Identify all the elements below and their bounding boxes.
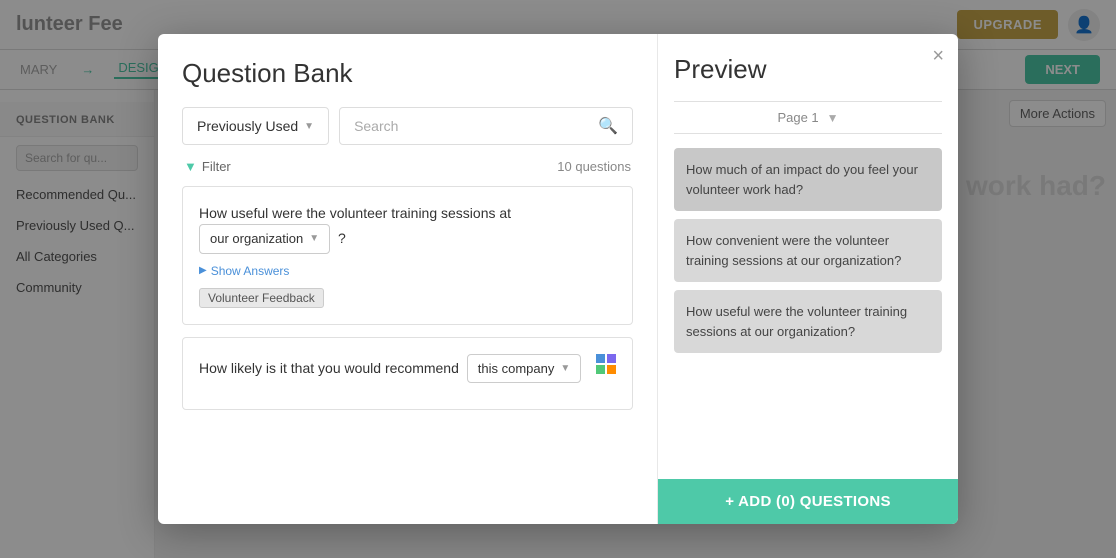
previously-used-button[interactable]: Previously Used ▼	[182, 107, 329, 145]
question-card-2: How likely is it that you would recommen…	[182, 337, 633, 411]
question-type-icon	[594, 352, 618, 382]
close-button[interactable]: ×	[932, 46, 944, 66]
show-answers-button[interactable]: ▶ Show Answers	[199, 264, 616, 278]
add-questions-button[interactable]: + ADD (0) QUESTIONS	[658, 479, 958, 524]
tag-badge: Volunteer Feedback	[199, 288, 324, 308]
page-label: Page 1	[777, 110, 818, 125]
modal-overlay: × Question Bank Previously Used ▼ Search…	[0, 0, 1116, 558]
filter-bar: ▼ Filter 10 questions	[182, 159, 633, 174]
filter-row: Previously Used ▼ Search 🔍	[182, 107, 633, 145]
company-dropdown-arrow-icon: ▼	[560, 361, 570, 376]
preview-title: Preview	[674, 54, 942, 85]
previously-used-label: Previously Used	[197, 118, 298, 134]
modal-right-panel: Preview Page 1 ▼ How much of an impact d…	[658, 34, 958, 524]
dropdown-arrow-icon: ▼	[304, 121, 314, 132]
question-count: 10 questions	[557, 159, 631, 174]
filter-icon: ▼	[184, 159, 197, 174]
company-dropdown[interactable]: this company ▼	[467, 354, 582, 384]
question-text-1: How useful were the volunteer training s…	[199, 203, 616, 254]
org-dropdown[interactable]: our organization ▼	[199, 224, 330, 254]
search-box[interactable]: Search 🔍	[339, 107, 633, 145]
page-selector: Page 1 ▼	[674, 101, 942, 134]
org-dropdown-arrow-icon: ▼	[309, 231, 319, 246]
preview-questions-list: How much of an impact do you feel your v…	[674, 148, 942, 469]
modal: × Question Bank Previously Used ▼ Search…	[158, 34, 958, 524]
show-answers-arrow-icon: ▶	[199, 265, 207, 276]
preview-question-1: How much of an impact do you feel your v…	[674, 148, 942, 211]
modal-left-panel: Question Bank Previously Used ▼ Search 🔍…	[158, 34, 658, 524]
modal-title: Question Bank	[182, 58, 633, 89]
search-icon: 🔍	[598, 116, 618, 136]
question-text-2: How likely is it that you would recommen…	[199, 354, 616, 384]
questions-list: How useful were the volunteer training s…	[158, 186, 657, 524]
preview-question-2: How convenient were the volunteer traini…	[674, 219, 942, 282]
preview-question-3: How useful were the volunteer training s…	[674, 290, 942, 353]
filter-label[interactable]: ▼ Filter	[184, 159, 231, 174]
search-placeholder: Search	[354, 118, 398, 134]
page-dropdown-arrow-icon[interactable]: ▼	[827, 111, 839, 125]
question-card: How useful were the volunteer training s…	[182, 186, 633, 325]
